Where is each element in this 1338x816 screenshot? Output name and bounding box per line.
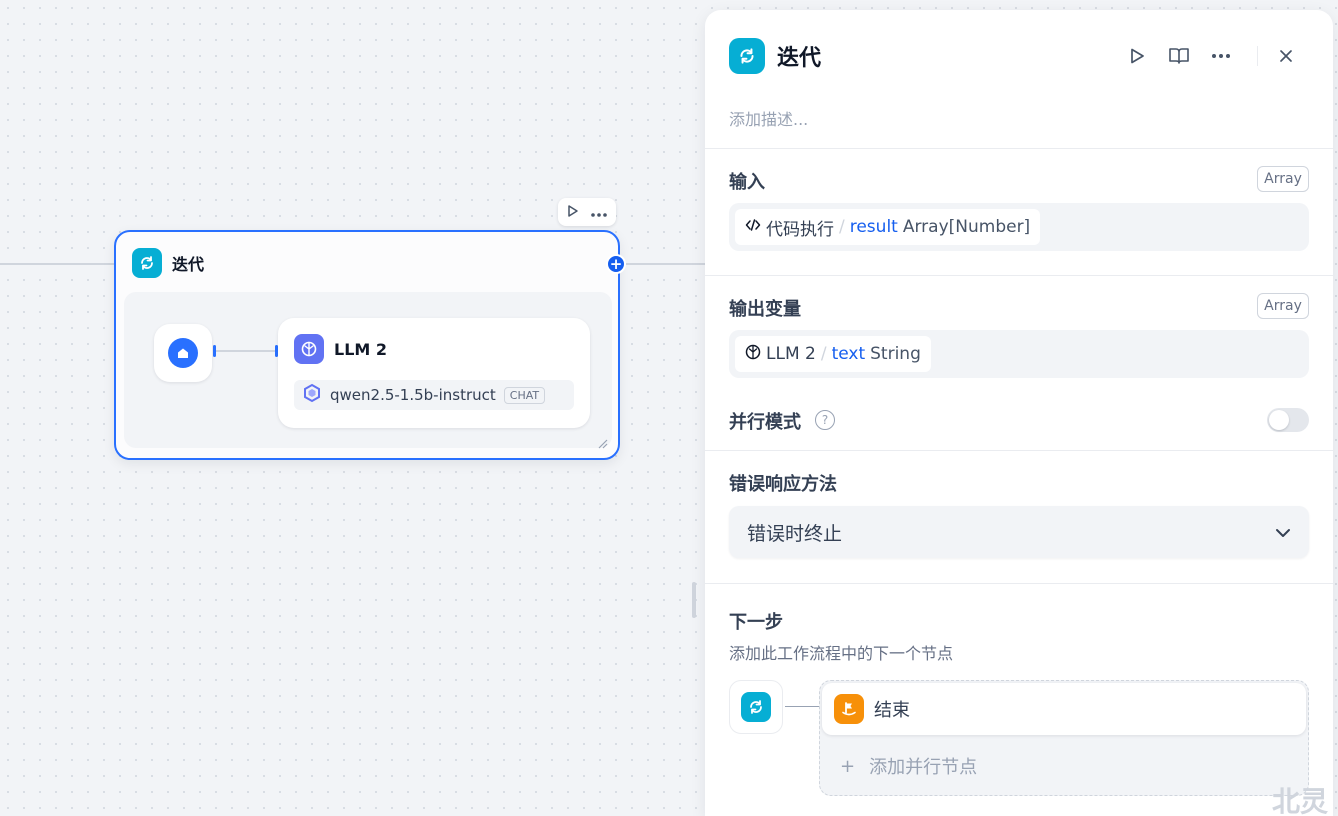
qwen-logo-icon bbox=[302, 383, 322, 407]
input-variable-type: Array[Number] bbox=[902, 217, 1031, 237]
iteration-start-node[interactable] bbox=[154, 324, 212, 382]
watermark: 北灵 bbox=[1272, 785, 1329, 816]
error-handling-label: 错误响应方法 bbox=[729, 474, 837, 495]
more-icon[interactable] bbox=[1207, 42, 1235, 70]
iteration-body: LLM 2 qwen2.5-1.5b-instruct CHAT bbox=[124, 292, 612, 449]
input-type-tag: Array bbox=[1257, 166, 1309, 192]
iteration-icon bbox=[741, 692, 771, 722]
divider bbox=[705, 275, 1333, 276]
next-step-item-label: 结束 bbox=[874, 700, 910, 721]
parallel-mode-toggle[interactable] bbox=[1267, 408, 1309, 432]
input-variable-selector[interactable]: 代码执行 / result Array[Number] bbox=[729, 203, 1309, 251]
actions-divider bbox=[1257, 46, 1258, 66]
chevron-down-icon bbox=[1275, 523, 1291, 542]
separator: / bbox=[820, 344, 827, 364]
inner-edge bbox=[216, 350, 278, 352]
node-toolbar bbox=[558, 198, 616, 226]
panel-actions bbox=[1123, 42, 1314, 70]
parallel-mode-label: 并行模式 bbox=[729, 412, 801, 433]
edge-left bbox=[0, 263, 114, 265]
add-next-node-handle[interactable]: + bbox=[606, 254, 626, 274]
iteration-node[interactable]: 迭代 LLM 2 qwen2.5-1.5b-instruct CHAT bbox=[114, 230, 620, 460]
next-step-subtitle: 添加此工作流程中的下一个节点 bbox=[729, 644, 954, 663]
llm-node-header: LLM 2 bbox=[294, 334, 387, 364]
output-label: 输出变量 bbox=[729, 299, 801, 320]
plus-icon: + bbox=[840, 755, 856, 777]
divider bbox=[705, 583, 1333, 584]
separator: / bbox=[839, 217, 845, 237]
next-step-source-node bbox=[729, 680, 783, 734]
end-icon bbox=[834, 694, 864, 724]
divider bbox=[705, 450, 1333, 451]
output-source-node: LLM 2 bbox=[766, 344, 816, 364]
next-step-list: 结束 + 添加并行节点 bbox=[819, 680, 1309, 796]
close-icon[interactable] bbox=[1272, 42, 1300, 70]
input-source-node: 代码执行 bbox=[766, 219, 834, 240]
input-variable-name: result bbox=[849, 217, 898, 237]
iteration-node-header: 迭代 bbox=[132, 248, 204, 278]
more-icon[interactable] bbox=[590, 203, 608, 222]
output-variable-selector[interactable]: LLM 2 / text String bbox=[729, 330, 1309, 378]
output-type-tag: Array bbox=[1257, 293, 1309, 319]
iteration-icon bbox=[729, 38, 765, 74]
panel-resize-handle[interactable] bbox=[692, 582, 696, 618]
next-step-item-end[interactable]: 结束 bbox=[822, 683, 1306, 735]
help-icon[interactable]: ? bbox=[815, 410, 835, 430]
model-mode-tag: CHAT bbox=[503, 386, 546, 404]
output-variable-type: String bbox=[870, 344, 921, 364]
input-variable-pill: 代码执行 / result Array[Number] bbox=[735, 209, 1041, 245]
home-icon bbox=[168, 338, 198, 368]
output-variable-name: text bbox=[831, 344, 866, 364]
input-label: 输入 bbox=[729, 172, 765, 193]
divider bbox=[705, 148, 1333, 149]
add-parallel-node-button[interactable]: + 添加并行节点 bbox=[840, 753, 977, 779]
model-chip: qwen2.5-1.5b-instruct CHAT bbox=[294, 380, 574, 410]
run-step-icon[interactable] bbox=[1123, 42, 1151, 70]
edge-right bbox=[626, 263, 705, 265]
error-handling-select[interactable]: 错误时终止 bbox=[729, 506, 1309, 558]
llm-node[interactable]: LLM 2 qwen2.5-1.5b-instruct CHAT bbox=[278, 318, 590, 428]
iteration-icon bbox=[132, 248, 162, 278]
next-step-edge bbox=[785, 706, 819, 707]
description-input[interactable]: 添加描述... bbox=[729, 106, 808, 130]
llm-node-title: LLM 2 bbox=[334, 339, 388, 359]
node-config-panel: 迭代 添加描述... 输入 Array 代码执行 / result Array[… bbox=[705, 10, 1333, 816]
model-name: qwen2.5-1.5b-instruct bbox=[330, 386, 496, 404]
add-parallel-node-label: 添加并行节点 bbox=[869, 757, 978, 778]
llm-icon bbox=[294, 334, 324, 364]
code-icon bbox=[745, 217, 761, 237]
output-variable-pill: LLM 2 / text String bbox=[735, 336, 931, 372]
iteration-node-title: 迭代 bbox=[172, 255, 205, 274]
llm-icon bbox=[745, 344, 761, 365]
next-step-title: 下一步 bbox=[729, 612, 783, 633]
toggle-knob bbox=[1269, 410, 1289, 430]
help-doc-icon[interactable] bbox=[1165, 42, 1193, 70]
run-node-icon[interactable] bbox=[566, 203, 580, 222]
error-handling-value: 错误时终止 bbox=[747, 522, 843, 545]
panel-title[interactable]: 迭代 bbox=[777, 40, 821, 72]
resize-handle-icon[interactable] bbox=[598, 434, 608, 453]
